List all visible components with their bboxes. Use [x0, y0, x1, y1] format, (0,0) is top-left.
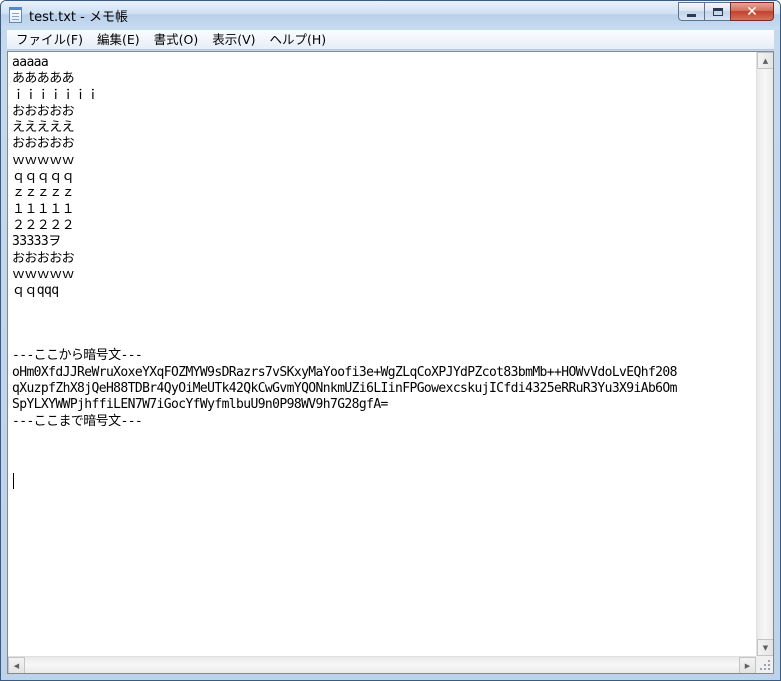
menu-view[interactable]: 表示(V) [205, 30, 262, 50]
menu-file[interactable]: ファイル(F) [9, 30, 90, 50]
arrow-up-icon: ▲ [762, 56, 769, 65]
scroll-left-button[interactable]: ◀ [8, 657, 25, 673]
resize-grip-icon[interactable] [756, 656, 773, 673]
maximize-icon [712, 7, 723, 16]
arrow-left-icon: ◀ [13, 661, 20, 670]
minimize-icon [687, 14, 696, 17]
menu-edit[interactable]: 編集(E) [90, 30, 147, 50]
menu-format[interactable]: 書式(O) [147, 30, 206, 50]
notepad-window: test.txt - メモ帳 ✕ ファイル(F) 編集(E) 書式(O) 表示(… [0, 0, 781, 681]
scroll-up-button[interactable]: ▲ [757, 52, 773, 69]
document-text[interactable]: aaaaa あああああ ｉｉｉｉｉｉｉ おおおおお えええええ おおおおお ｗｗ… [12, 55, 756, 665]
text-caret [13, 473, 14, 489]
menu-help[interactable]: ヘルプ(H) [263, 30, 334, 50]
close-icon: ✕ [746, 3, 758, 20]
vertical-scrollbar[interactable]: ▲ ▼ [756, 52, 773, 656]
menu-bar: ファイル(F) 編集(E) 書式(O) 表示(V) ヘルプ(H) [7, 30, 774, 50]
minimize-button[interactable] [678, 2, 704, 21]
scroll-down-button[interactable]: ▼ [757, 639, 773, 656]
title-bar[interactable]: test.txt - メモ帳 ✕ [1, 1, 780, 29]
arrow-down-icon: ▼ [762, 643, 769, 652]
scroll-right-button[interactable]: ▶ [739, 657, 756, 673]
caption-buttons: ✕ [678, 2, 774, 22]
close-button[interactable]: ✕ [730, 2, 774, 21]
window-title: test.txt - メモ帳 [29, 10, 128, 25]
notepad-icon[interactable] [9, 7, 22, 23]
maximize-button[interactable] [704, 2, 730, 21]
arrow-right-icon: ▶ [744, 661, 751, 670]
text-edit-area[interactable]: aaaaa あああああ ｉｉｉｉｉｉｉ おおおおお えええええ おおおおお ｗｗ… [7, 51, 774, 674]
horizontal-scrollbar[interactable]: ◀ ▶ [8, 656, 756, 673]
